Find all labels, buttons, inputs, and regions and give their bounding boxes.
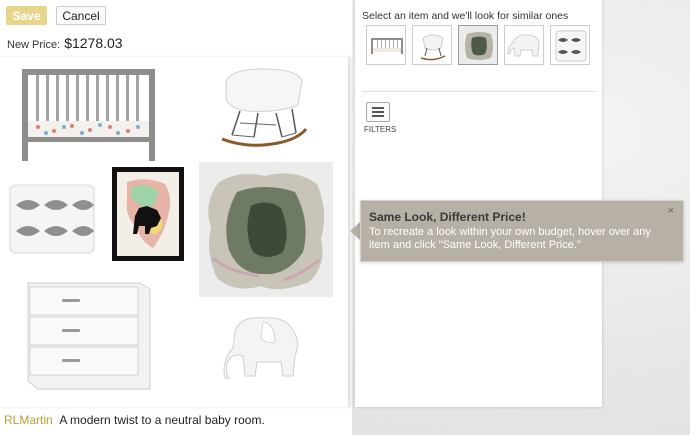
price-row: New Price: $1278.03	[7, 35, 123, 51]
tooltip-body: To recreate a look within your own budge…	[369, 226, 651, 251]
dresser-item[interactable]	[22, 277, 152, 395]
tooltip-arrow	[350, 222, 360, 240]
panel-heading: Select an item and we'll look for simila…	[362, 10, 569, 22]
framed-map-item[interactable]	[112, 167, 184, 261]
close-icon[interactable]: ×	[668, 205, 674, 217]
rocking-chair-item[interactable]	[218, 65, 308, 150]
map-art	[117, 172, 179, 256]
caption-text: A modern twist to a neutral baby room.	[59, 413, 265, 427]
rug-item[interactable]	[199, 162, 333, 297]
thumb-rocking-chair[interactable]	[412, 25, 452, 65]
rug-image	[208, 173, 325, 290]
thumb-pillow[interactable]	[550, 25, 590, 65]
selected-items-thumbnails	[366, 25, 590, 65]
collage-canvas	[0, 57, 349, 407]
tooltip-title: Same Look, Different Price!	[369, 210, 526, 224]
thumb-rug[interactable]	[458, 25, 498, 65]
filters-icon	[372, 107, 384, 109]
crib-item[interactable]	[20, 67, 157, 163]
collage-caption: RLMartin A modern twist to a neutral bab…	[4, 413, 265, 427]
thumb-elephant[interactable]	[504, 25, 544, 65]
filters-label: FILTERS	[364, 125, 397, 134]
author-link[interactable]: RLMartin	[4, 413, 53, 427]
cancel-button[interactable]: Cancel	[56, 6, 106, 25]
save-button[interactable]: Save	[6, 6, 47, 25]
elephant-item[interactable]	[223, 312, 308, 384]
panel-divider	[362, 91, 595, 92]
price-label: New Price:	[7, 39, 61, 51]
filters-button[interactable]	[366, 102, 390, 122]
price-value: $1278.03	[64, 35, 123, 51]
same-look-tooltip: Same Look, Different Price! To recreate …	[360, 200, 684, 262]
pillow-item[interactable]	[8, 183, 96, 255]
thumb-crib[interactable]	[366, 25, 406, 65]
